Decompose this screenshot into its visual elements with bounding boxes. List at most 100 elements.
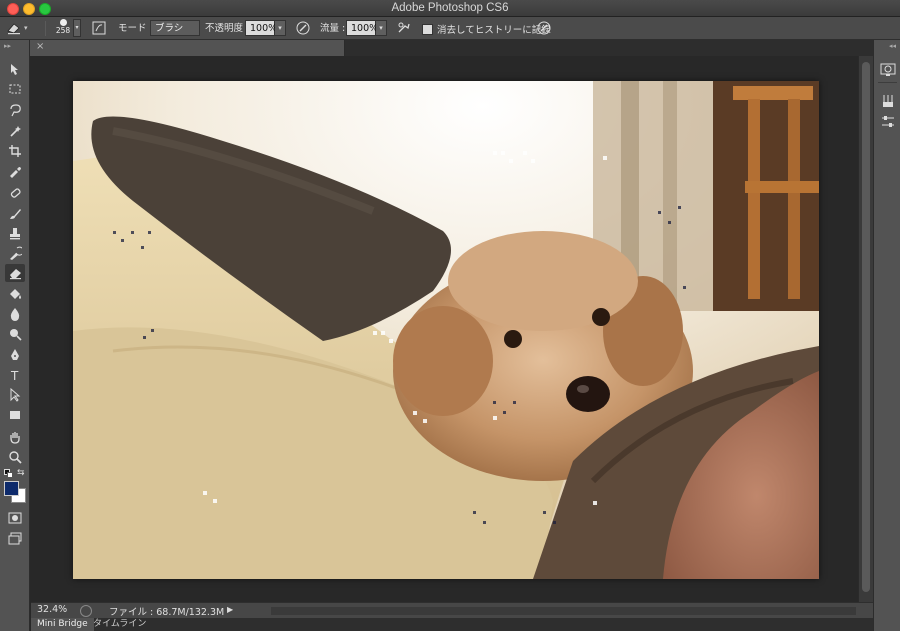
history-panel-button[interactable]: [879, 60, 897, 78]
clone-stamp-tool-button[interactable]: [5, 224, 25, 242]
status-menu-arrow-icon[interactable]: ▶: [227, 605, 233, 614]
mode-select-value: ブラシ: [150, 20, 200, 36]
zoom-tool-button[interactable]: [5, 448, 25, 466]
move-tool-button[interactable]: [5, 60, 25, 78]
tools-panel: ▸▸ T ⇆: [0, 40, 30, 631]
opacity-input[interactable]: 100%: [245, 20, 277, 36]
quick-selection-tool-button[interactable]: [5, 122, 25, 140]
pressure-opacity-icon: [294, 19, 312, 37]
lasso-tool-button[interactable]: [5, 101, 25, 119]
history-panel-icon: [880, 63, 896, 76]
screen-mode-icon: [8, 532, 22, 545]
sliders-icon: [882, 116, 894, 127]
right-panel-dock: ◂◂: [873, 40, 900, 631]
foreground-color-swatch[interactable]: [4, 481, 19, 496]
brush-panel-toggle-button[interactable]: [90, 19, 108, 37]
brush-tool-icon: [10, 209, 21, 219]
title-bar: Adobe Photoshop CS6: [0, 0, 900, 17]
close-tab-icon[interactable]: ×: [36, 41, 44, 52]
brush-size-dropdown-button[interactable]: ▾: [73, 19, 81, 37]
brush-size-picker[interactable]: 258 ▾: [53, 18, 81, 38]
tab-timeline[interactable]: タイムライン: [87, 618, 152, 631]
screen-mode-button[interactable]: [5, 530, 25, 548]
healing-brush-tool-button[interactable]: [5, 184, 25, 202]
document-canvas[interactable]: [73, 81, 819, 579]
brush-presets-panel-button[interactable]: [879, 92, 897, 110]
divider: [878, 82, 897, 83]
path-selection-tool-button[interactable]: [5, 386, 25, 404]
vertical-scrollbar-thumb[interactable]: [862, 62, 870, 592]
marquee-tool-button[interactable]: [5, 80, 25, 98]
mode-select[interactable]: ブラシ: [150, 20, 200, 36]
brush-presets-icon: [883, 95, 893, 107]
horizontal-scrollbar[interactable]: [271, 607, 856, 615]
document-tab-bar: ×: [30, 40, 873, 56]
dog-on-sofa-photo: [73, 81, 819, 579]
history-brush-tool-button[interactable]: [5, 244, 25, 262]
move-tool-icon: [11, 64, 18, 75]
zoom-reset-icon[interactable]: [80, 605, 92, 617]
default-colors-icon[interactable]: [4, 469, 14, 479]
brush-dot-icon: [59, 19, 67, 26]
eraser-preset-icon: [5, 19, 23, 37]
quick-mask-button[interactable]: [5, 509, 25, 527]
zoom-level[interactable]: 32.4%: [37, 604, 67, 615]
paint-bucket-tool-button[interactable]: [5, 285, 25, 303]
erase-to-history-label: 消去してヒストリーに記録: [437, 25, 551, 36]
eraser-tool-icon: [10, 269, 21, 280]
brush-tool-button[interactable]: [5, 204, 25, 222]
vertical-scrollbar[interactable]: [858, 56, 873, 602]
airbrush-button[interactable]: [395, 19, 413, 37]
history-brush-tool-icon: [10, 246, 22, 260]
flow-input[interactable]: 100%: [346, 20, 378, 36]
tab-mini-bridge[interactable]: Mini Bridge: [31, 618, 94, 631]
status-bar: 32.4% ファイル : 68.7M/132.3M ▶: [31, 602, 873, 618]
hand-tool-icon: [10, 432, 20, 444]
crop-tool-icon: [9, 145, 21, 157]
brush-size-value: 258: [55, 26, 71, 35]
eyedropper-tool-button[interactable]: [5, 162, 25, 180]
hand-tool-button[interactable]: [5, 428, 25, 446]
blur-tool-icon: [10, 308, 20, 321]
airbrush-icon: [395, 19, 413, 37]
brush-preview: 258: [53, 18, 73, 38]
swap-colors-icon[interactable]: ⇆: [17, 468, 25, 478]
rectangle-tool-icon: [10, 411, 20, 419]
svg-text:T: T: [10, 369, 19, 382]
panel-collapse-icon[interactable]: ▸▸: [4, 42, 11, 50]
blur-tool-button[interactable]: [5, 305, 25, 323]
marquee-tool-icon: [9, 84, 21, 94]
pen-tool-button[interactable]: [5, 346, 25, 364]
bottom-panel-tabs: Mini Bridge タイムライン: [31, 618, 873, 631]
erase-to-history-checkbox-box[interactable]: [422, 23, 433, 35]
flow-label: 流量 :: [320, 23, 346, 34]
paint-bucket-tool-icon: [10, 289, 21, 299]
opacity-slider-button[interactable]: ▾: [275, 20, 286, 36]
document-tab[interactable]: ×: [30, 40, 345, 56]
type-tool-button[interactable]: T: [5, 366, 25, 384]
mode-label: モード :: [118, 23, 153, 34]
panel-expand-icon[interactable]: ◂◂: [889, 42, 896, 50]
window-title: Adobe Photoshop CS6: [391, 2, 509, 14]
options-bar: ▾ 258 ▾ モード : ブラシ 不透明度 : 100% ▾ 流量 : 100…: [0, 17, 900, 40]
erase-to-history-checkbox[interactable]: 消去してヒストリーに記録: [422, 22, 551, 36]
divider: [45, 21, 46, 36]
dodge-tool-button[interactable]: [5, 325, 25, 343]
lasso-tool-icon: [10, 104, 21, 117]
rectangle-tool-button[interactable]: [5, 406, 25, 424]
pressure-size-button[interactable]: [535, 19, 553, 37]
flow-slider-button[interactable]: ▾: [376, 20, 387, 36]
crop-tool-button[interactable]: [5, 142, 25, 160]
pressure-opacity-button[interactable]: [294, 19, 312, 37]
eraser-tool-button[interactable]: [5, 264, 25, 282]
adjustments-panel-button[interactable]: [879, 113, 897, 131]
eyedropper-tool-icon: [10, 167, 21, 178]
clone-stamp-tool-icon: [10, 228, 20, 240]
tool-preset-picker[interactable]: ▾: [5, 19, 28, 37]
zoom-tool-icon: [9, 451, 22, 464]
healing-brush-tool-icon: [10, 188, 21, 198]
brush-panel-icon: [90, 19, 108, 37]
quick-mask-icon: [8, 512, 22, 524]
pen-tool-icon: [11, 349, 19, 360]
quick-selection-tool-icon: [10, 126, 21, 137]
